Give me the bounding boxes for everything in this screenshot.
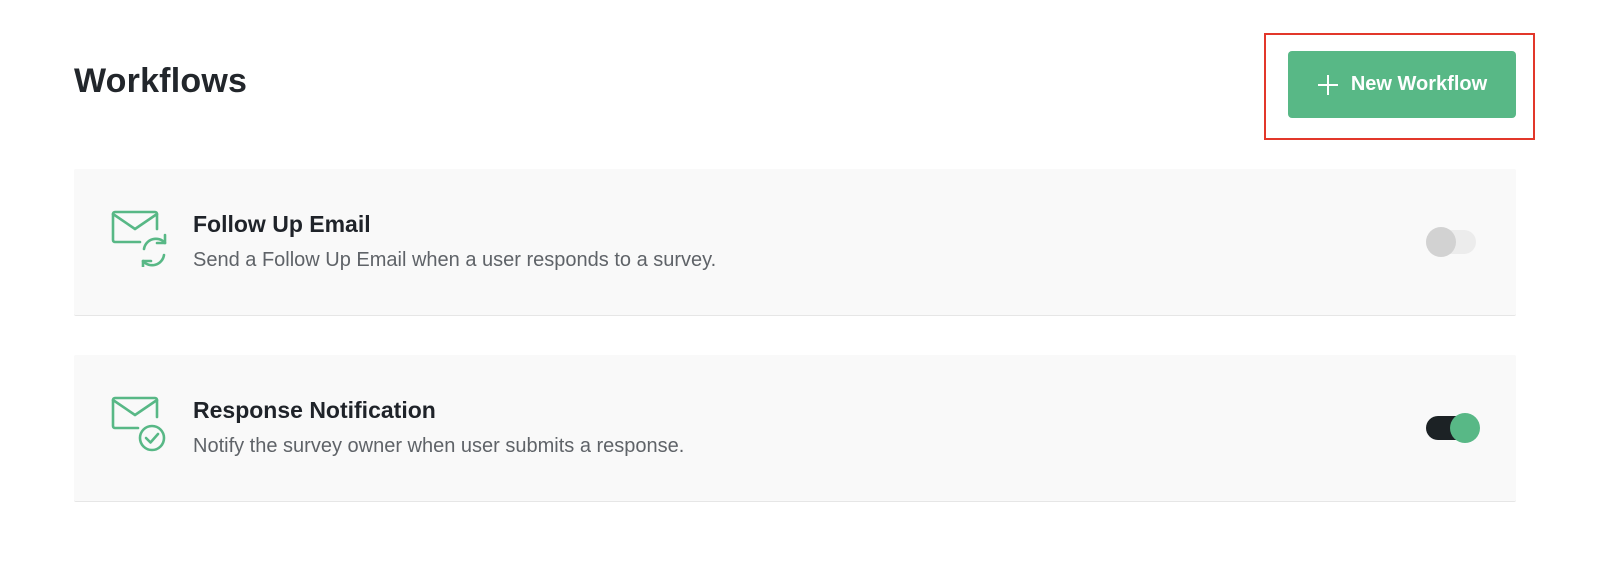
new-workflow-label: New Workflow <box>1350 73 1488 95</box>
toggle-knob <box>1450 413 1480 443</box>
workflow-title: Response Notification <box>193 397 436 423</box>
mail-sync-icon <box>111 209 167 271</box>
workflow-card-response-notification: Response Notification Notify the survey … <box>74 355 1516 502</box>
workflow-title: Follow Up Email <box>193 211 371 237</box>
workflow-description: Notify the survey owner when user submit… <box>193 435 685 457</box>
plus-icon <box>1317 74 1339 96</box>
page-title: Workflows <box>74 62 248 100</box>
workflow-card-follow-up-email: Follow Up Email Send a Follow Up Email w… <box>74 169 1516 316</box>
mail-check-icon <box>111 395 167 453</box>
workflow-toggle[interactable] <box>1426 227 1480 257</box>
workflows-page: Workflows New Workflow Follow Up Email S… <box>0 0 1600 561</box>
new-workflow-button[interactable]: New Workflow <box>1288 51 1516 118</box>
toggle-knob <box>1426 227 1456 257</box>
workflow-toggle[interactable] <box>1426 413 1480 443</box>
workflow-description: Send a Follow Up Email when a user respo… <box>193 249 717 271</box>
